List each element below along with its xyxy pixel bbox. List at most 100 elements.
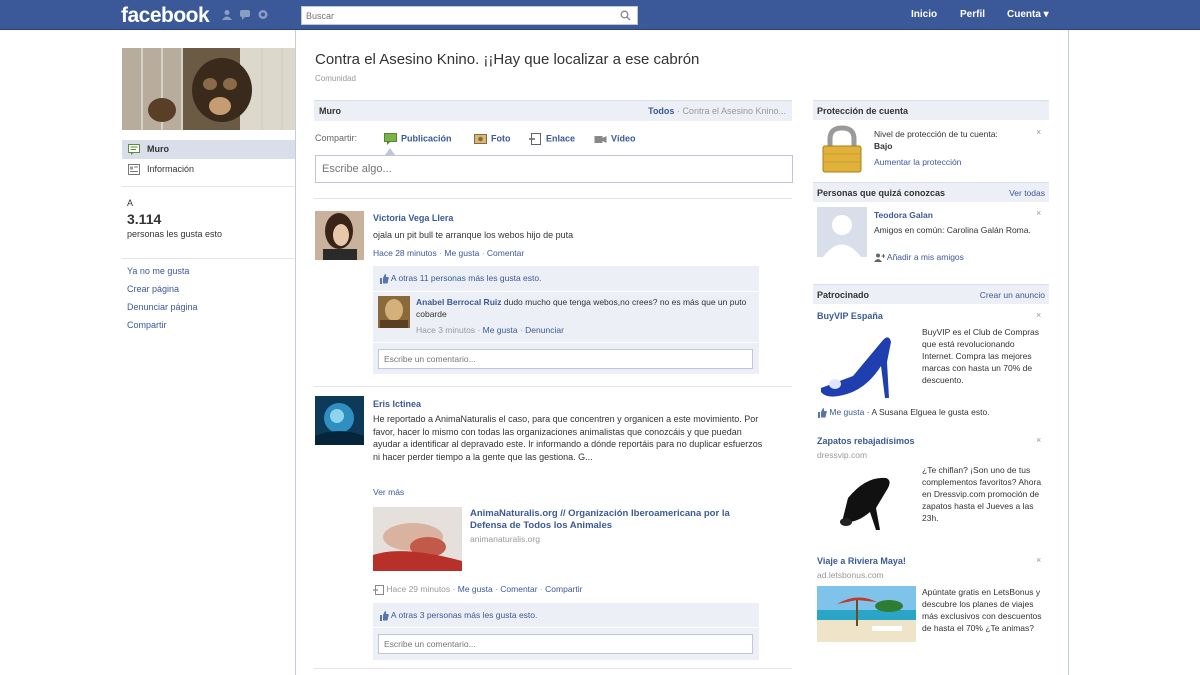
post-author-avatar[interactable]	[315, 211, 364, 260]
video-icon	[594, 136, 607, 143]
search-input[interactable]	[302, 7, 612, 24]
post-feedback-box: A otras 11 personas más les gusta esto. …	[373, 266, 759, 374]
close-icon[interactable]: ×	[1036, 208, 1041, 218]
add-friend-link[interactable]: Añadir a mis amigos	[874, 251, 964, 263]
create-ad-link[interactable]: Crear un anuncio	[980, 290, 1045, 300]
sponsored-title: Patrocinado	[817, 290, 870, 300]
link-icon	[529, 133, 541, 145]
composer[interactable]	[315, 155, 793, 183]
comment-box[interactable]	[378, 349, 753, 369]
unlike-page-link[interactable]: Ya no me gusta	[127, 266, 189, 276]
divider	[373, 627, 759, 628]
share-photo-option[interactable]: Foto	[474, 133, 511, 145]
ad-image[interactable]	[817, 586, 916, 642]
share-link-option[interactable]: Enlace	[529, 133, 575, 145]
ad-text: BuyVIP es el Club de Compras que está re…	[922, 327, 1040, 385]
ad-text: Apúntate gratis en LetsBonus y descubre …	[922, 587, 1042, 633]
account-protection-header: Protección de cuenta	[813, 100, 1049, 120]
comment-link[interactable]: Comentar	[500, 584, 537, 594]
facebook-logo[interactable]: facebook	[121, 4, 210, 28]
status-icon	[384, 133, 397, 145]
filter-page[interactable]: Contra el Asesino Knino...	[682, 106, 786, 116]
share-status-option[interactable]: Publicación	[384, 133, 452, 145]
like-link[interactable]: Me gusta	[444, 248, 479, 258]
likes-count[interactable]: 3.114	[127, 211, 292, 227]
divider	[314, 198, 792, 199]
comment-input[interactable]	[379, 350, 752, 368]
comment-box[interactable]	[378, 634, 753, 654]
nav-account-menu[interactable]: Cuenta ▾	[1007, 9, 1049, 20]
left-nav-wall[interactable]: Muro	[122, 140, 295, 159]
comment-report-link[interactable]: Denunciar	[525, 325, 564, 335]
pymk-see-all-link[interactable]: Ver todas	[1009, 188, 1045, 198]
nav-profile-link[interactable]: Perfil	[960, 9, 985, 20]
likes-summary[interactable]: A otras 3 personas más les gusta esto.	[379, 610, 537, 621]
share-page-link[interactable]: Compartir	[127, 320, 167, 330]
protection-level: Nivel de protección de tu cuenta: Bajo	[874, 128, 1034, 152]
likes-box: A 3.114 personas les gusta esto	[127, 198, 292, 239]
comment-author-name[interactable]: Anabel Berrocal Ruiz	[416, 297, 502, 307]
page-category: Comunidad	[315, 74, 356, 83]
close-icon[interactable]: ×	[1036, 127, 1041, 137]
close-icon[interactable]: ×	[1036, 435, 1041, 445]
account-protection-title: Protección de cuenta	[817, 106, 909, 116]
ad-image[interactable]	[826, 468, 904, 538]
share-label: Compartir:	[315, 133, 358, 143]
pymk-header: Personas que quizá conozcas Ver todas	[813, 182, 1049, 202]
create-page-link[interactable]: Crear página	[127, 284, 179, 294]
ad-like-link[interactable]: Me gusta	[829, 407, 864, 417]
comment-like-link[interactable]: Me gusta	[483, 325, 518, 335]
post-text: He reportado a AnimaNaturalis el caso, p…	[373, 414, 763, 462]
ad-image[interactable]	[817, 326, 917, 402]
comment-author-avatar[interactable]	[378, 296, 410, 328]
messages-icon[interactable]	[239, 9, 251, 20]
close-icon[interactable]: ×	[1036, 555, 1041, 565]
post-author-name[interactable]: Victoria Vega Llera	[373, 213, 453, 223]
ad-title[interactable]: BuyVIP España	[817, 311, 883, 321]
close-icon[interactable]: ×	[1036, 310, 1041, 320]
post-time[interactable]: Hace 28 minutos	[373, 248, 437, 258]
ad-domain: dressvip.com	[817, 450, 868, 460]
filter-all[interactable]: Todos	[648, 106, 674, 116]
post-author-avatar[interactable]	[315, 396, 364, 445]
nav-home-link[interactable]: Inicio	[911, 9, 937, 20]
suggested-person-avatar[interactable]	[817, 207, 867, 257]
post-time[interactable]: Hace 29 minutos	[386, 584, 450, 594]
comment-input[interactable]	[379, 635, 752, 653]
ad-title[interactable]: Viaje a Riviera Maya!	[817, 556, 906, 566]
comment-link[interactable]: Comentar	[487, 248, 524, 258]
suggested-person-name[interactable]: Teodora Galan	[874, 209, 933, 221]
increase-protection-link[interactable]: Aumentar la protección	[874, 156, 961, 168]
composer-pointer	[385, 148, 395, 155]
post-meta: Hace 29 minutos · Me gusta · Comentar · …	[373, 584, 582, 595]
page-profile-picture[interactable]	[122, 48, 295, 130]
wall-filter[interactable]: Todos · Contra el Asesino Knino...	[648, 106, 786, 116]
share-link[interactable]: Compartir	[545, 584, 582, 594]
padlock-icon	[817, 125, 867, 173]
search-icon[interactable]	[620, 10, 631, 21]
ad-title[interactable]: Zapatos rebajadísimos	[817, 436, 915, 446]
info-icon	[128, 164, 140, 175]
notifications-icon[interactable]	[257, 9, 269, 20]
comment-time: Hace 3 minutos	[416, 325, 476, 335]
composer-input[interactable]	[316, 156, 792, 182]
left-nav-info[interactable]: Información	[122, 160, 295, 179]
wall-tab-title: Muro	[319, 106, 341, 116]
report-page-link[interactable]: Denunciar página	[127, 302, 198, 312]
link-preview-title[interactable]: AnimaNaturalis.org // Organización Ibero…	[470, 508, 760, 532]
post-feedback-box: A otras 3 personas más les gusta esto.	[373, 603, 759, 660]
share-video-option[interactable]: Vídeo	[594, 133, 636, 145]
divider	[122, 258, 295, 259]
post-author-name[interactable]: Eris Ictinea	[373, 399, 421, 409]
link-preview-image[interactable]	[373, 507, 462, 571]
divider	[122, 186, 295, 187]
wall-header: Muro Todos · Contra el Asesino Knino...	[314, 100, 792, 121]
like-link[interactable]: Me gusta	[458, 584, 493, 594]
search-box[interactable]	[301, 6, 638, 25]
likes-summary[interactable]: A otras 11 personas más les gusta esto.	[379, 273, 541, 284]
pymk-title: Personas que quizá conozcas	[817, 188, 946, 198]
photo-icon	[474, 134, 487, 144]
likes-prefix: A	[127, 198, 134, 208]
friend-requests-icon[interactable]	[221, 9, 233, 20]
see-more-link[interactable]: Ver más	[373, 487, 404, 497]
